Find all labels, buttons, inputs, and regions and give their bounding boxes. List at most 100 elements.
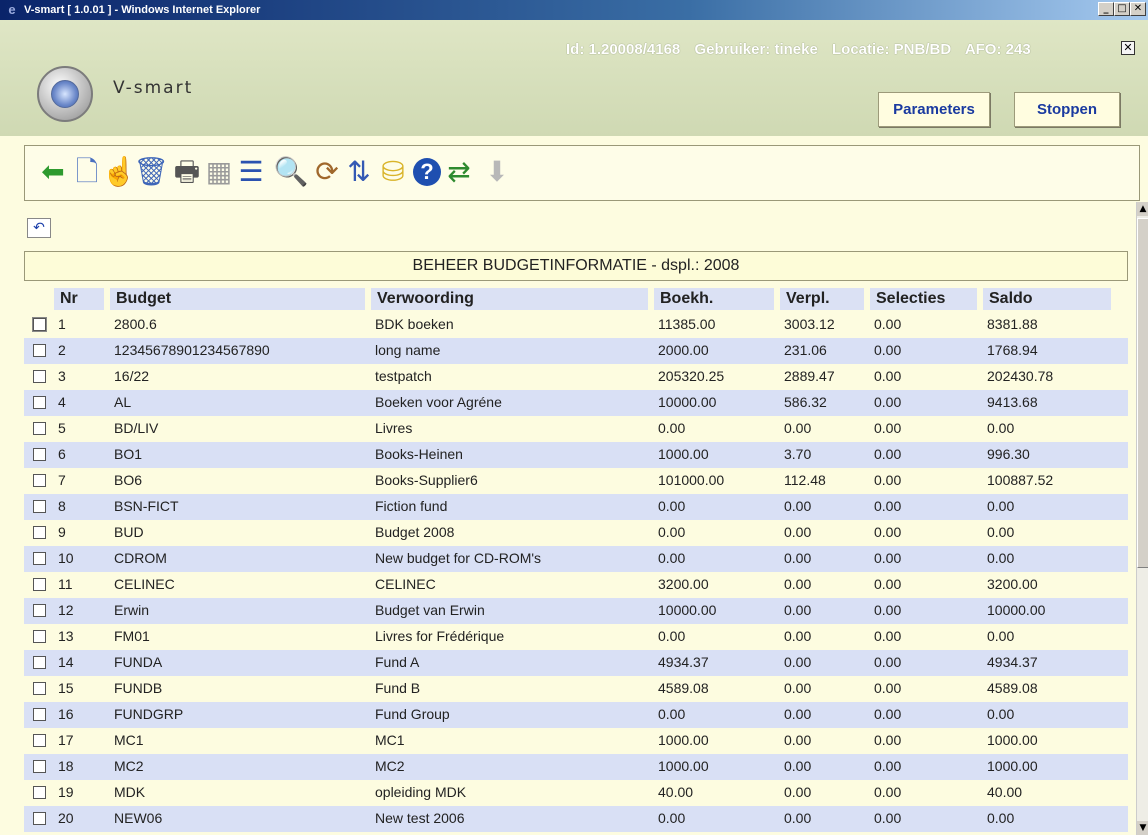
column-header-verwoording[interactable]: Verwoording [371, 288, 648, 310]
close-session-icon[interactable]: ✕ [1121, 41, 1135, 55]
row-checkbox[interactable] [33, 812, 46, 825]
cell-verpl: 0.00 [784, 706, 812, 722]
maximize-button[interactable]: □ [1114, 2, 1130, 16]
help-icon[interactable]: ? [413, 158, 441, 186]
row-checkbox[interactable] [33, 734, 46, 747]
row-checkbox[interactable] [33, 318, 46, 331]
cell-verpl: 0.00 [784, 576, 812, 592]
column-header-boekh[interactable]: Boekh. [654, 288, 774, 310]
cell-verwoording: Budget 2008 [375, 524, 455, 540]
cell-verpl: 0.00 [784, 420, 812, 436]
back-arrow-icon[interactable]: ⬅ [37, 155, 69, 189]
cell-saldo: 10000.00 [987, 602, 1046, 618]
cell-boekh: 10000.00 [658, 394, 717, 410]
row-checkbox[interactable] [33, 630, 46, 643]
row-checkbox[interactable] [33, 370, 46, 383]
row-checkbox[interactable] [33, 656, 46, 669]
column-header-budget[interactable]: Budget [110, 288, 365, 310]
cell-nr: 5 [58, 420, 66, 436]
table-row[interactable]: 18 MC2 MC2 1000.00 0.00 0.00 1000.00 [24, 754, 1128, 780]
cell-selecties: 0.00 [874, 784, 902, 800]
table-row[interactable]: 6 BO1 Books-Heinen 1000.00 3.70 0.00 996.30 [24, 442, 1128, 468]
down-arrow-icon[interactable]: ⬇ [481, 155, 513, 189]
table-row[interactable]: 4 AL Boeken voor Agréne 10000.00 586.32 0.00 9… [24, 390, 1128, 416]
row-checkbox[interactable] [33, 526, 46, 539]
table-row[interactable]: 11 CELINEC CELINEC 3200.00 0.00 0.00 3200.00 [24, 572, 1128, 598]
stop-button[interactable]: Stoppen [1014, 92, 1120, 127]
table-row[interactable]: 17 MC1 MC1 1000.00 0.00 0.00 1000.00 [24, 728, 1128, 754]
table-row[interactable]: 8 BSN-FICT Fiction fund 0.00 0.00 0.00 0.00 [24, 494, 1128, 520]
table-row[interactable]: 16 FUNDGRP Fund Group 0.00 0.00 0.00 0.00 [24, 702, 1128, 728]
row-checkbox[interactable] [33, 396, 46, 409]
table-row[interactable]: 3 16/22 testpatch 205320.25 2889.47 0.00 20243… [24, 364, 1128, 390]
cell-boekh: 10000.00 [658, 602, 717, 618]
row-checkbox[interactable] [33, 344, 46, 357]
vertical-scrollbar[interactable]: ▲ ▼ [1136, 202, 1148, 835]
row-checkbox[interactable] [33, 448, 46, 461]
cell-boekh: 40.00 [658, 784, 694, 800]
cell-nr: 9 [58, 524, 66, 540]
table-row[interactable]: 1 2800.6 BDK boeken 11385.00 3003.12 0.00 8381… [24, 312, 1128, 338]
user-sync-icon[interactable]: ⇄ [443, 155, 475, 189]
cell-verpl: 3.70 [784, 446, 812, 462]
list-icon[interactable]: ☰ [235, 155, 267, 189]
column-header-verpl[interactable]: Verpl. [780, 288, 864, 310]
select-hand-icon[interactable]: ☝ [102, 155, 137, 189]
cell-selecties: 0.00 [874, 420, 902, 436]
row-checkbox[interactable] [33, 422, 46, 435]
cell-selecties: 0.00 [874, 394, 902, 410]
scroll-up-button[interactable]: ▲ [1137, 202, 1148, 216]
parameters-button[interactable]: Parameters [878, 92, 990, 127]
table-row[interactable]: 2 12345678901234567890 long name 2000.00 231… [24, 338, 1128, 364]
cell-verwoording: Books-Supplier6 [375, 472, 478, 488]
row-checkbox[interactable] [33, 682, 46, 695]
close-window-button[interactable]: ✕ [1130, 2, 1146, 16]
cell-boekh: 0.00 [658, 420, 686, 436]
cell-verpl: 0.00 [784, 732, 812, 748]
cell-selecties: 0.00 [874, 706, 902, 722]
cell-saldo: 1768.94 [987, 342, 1038, 358]
cell-verpl: 231.06 [784, 342, 827, 358]
window-titlebar: e V-smart [ 1.0.01 ] - Windows Internet … [0, 0, 1148, 20]
row-checkbox[interactable] [33, 500, 46, 513]
session-id: Id: 1.20008/4168 [566, 41, 681, 58]
table-row[interactable]: 7 BO6 Books-Supplier6 101000.00 112.48 0.00 10… [24, 468, 1128, 494]
cell-selecties: 0.00 [874, 550, 902, 566]
table-row[interactable]: 5 BD/LIV Livres 0.00 0.00 0.00 0.00 [24, 416, 1128, 442]
cell-nr: 4 [58, 394, 66, 410]
row-checkbox[interactable] [33, 578, 46, 591]
column-header-selecties[interactable]: Selecties [870, 288, 977, 310]
row-checkbox[interactable] [33, 604, 46, 617]
table-row[interactable]: 9 BUD Budget 2008 0.00 0.00 0.00 0.00 [24, 520, 1128, 546]
table-row[interactable]: 12 Erwin Budget van Erwin 10000.00 0.00 0.00 1… [24, 598, 1128, 624]
undo-icon[interactable]: ↶ [27, 218, 51, 238]
row-checkbox[interactable] [33, 786, 46, 799]
sort-numbers-icon[interactable]: ⇅ [343, 155, 375, 189]
afo-icon[interactable]: ▦ [203, 155, 235, 189]
refresh-users-icon[interactable]: ⟳ [311, 155, 343, 189]
print-icon[interactable]: 🖶 [171, 155, 203, 189]
database-import-icon[interactable]: ⛁ [377, 155, 409, 189]
delete-trash-icon[interactable]: 🗑 [133, 155, 169, 189]
window-title: V-smart [ 1.0.01 ] - Windows Internet Ex… [24, 4, 261, 16]
table-row[interactable]: 15 FUNDB Fund B 4589.08 0.00 0.00 4589.08 [24, 676, 1128, 702]
scroll-down-button[interactable]: ▼ [1137, 821, 1148, 835]
cell-verwoording: Livres [375, 420, 413, 436]
table-row[interactable]: 20 NEW06 New test 2006 0.00 0.00 0.00 0.00 [24, 806, 1128, 832]
row-checkbox[interactable] [33, 552, 46, 565]
minimize-button[interactable]: _ [1098, 2, 1114, 16]
table-row[interactable]: 10 CDROM New budget for CD-ROM's 0.00 0.00 0.… [24, 546, 1128, 572]
table-row[interactable]: 14 FUNDA Fund A 4934.37 0.00 0.00 4934.37 [24, 650, 1128, 676]
row-checkbox[interactable] [33, 474, 46, 487]
table-row[interactable]: 13 FM01 Livres for Frédérique 0.00 0.00 0.00 0… [24, 624, 1128, 650]
cell-nr: 15 [58, 680, 74, 696]
table-row[interactable]: 19 MDK opleiding MDK 40.00 0.00 0.00 40.00 [24, 780, 1128, 806]
cell-budget: MC1 [114, 732, 144, 748]
new-document-icon[interactable]: 🗋 [71, 155, 103, 189]
column-header-saldo[interactable]: Saldo [983, 288, 1111, 310]
search-users-icon[interactable]: 🔍 [274, 155, 309, 189]
scroll-thumb[interactable] [1137, 218, 1148, 568]
row-checkbox[interactable] [33, 760, 46, 773]
column-header-nr[interactable]: Nr [54, 288, 104, 310]
row-checkbox[interactable] [33, 708, 46, 721]
